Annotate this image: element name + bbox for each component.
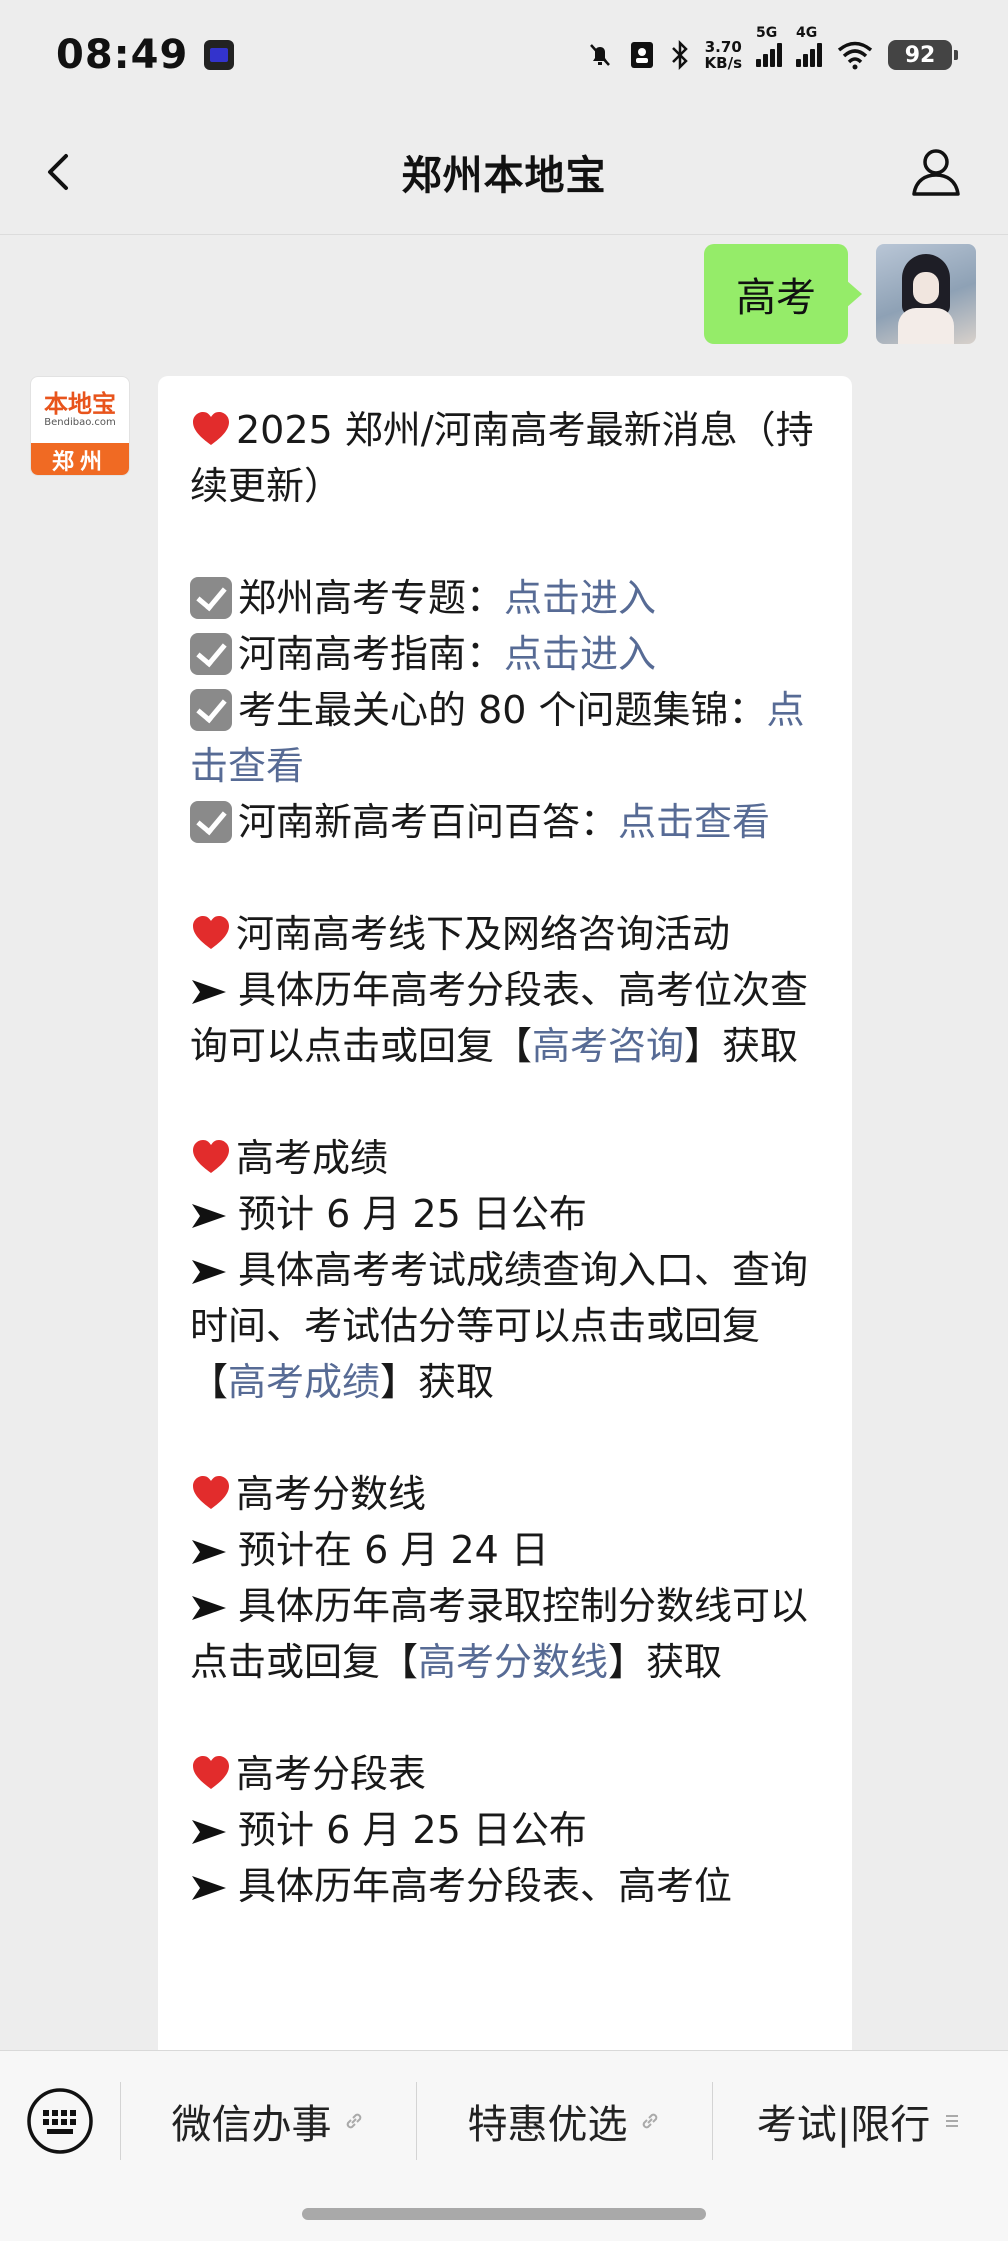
bot-logo-city: 郑州: [31, 443, 129, 475]
bot-logo-subtext: Bendibao.com: [44, 417, 116, 428]
link-line-1: 郑州高考专题：点击进入: [190, 570, 822, 626]
user-avatar[interactable]: [876, 244, 976, 344]
reply-title-line: 2025 郑州/河南高考最新消息（持续更新）: [190, 402, 822, 514]
signal-5g-label: 5G: [756, 25, 778, 41]
checkbox-icon: [190, 801, 232, 843]
signal-4g-icon: 4G: [796, 25, 822, 67]
arrow-bullet-icon: [192, 980, 226, 1004]
section-3-title: 高考分数线: [236, 1472, 427, 1516]
section-1-text-suffix: 】获取: [684, 1024, 799, 1068]
bottom-menu-row: 微信办事 特惠优选 考试|限行: [0, 2051, 1008, 2191]
outgoing-message: 高考: [704, 244, 976, 344]
keyboard-toggle-button[interactable]: [0, 2051, 120, 2191]
link-line-1-prefix: 郑州高考专题：: [238, 576, 505, 620]
section-2-line-1-text: 预计 6 月 25 日公布: [238, 1192, 587, 1236]
heart-icon: [193, 1140, 229, 1173]
section-1-title-line: 河南高考线下及网络咨询活动: [190, 906, 822, 962]
arrow-bullet-icon: [192, 1260, 226, 1284]
checkbox-icon: [190, 577, 232, 619]
checkbox-icon: [190, 633, 232, 675]
section-3-text-suffix: 】获取: [608, 1640, 723, 1684]
outgoing-bubble[interactable]: 高考: [704, 244, 862, 344]
arrow-bullet-icon: [192, 1540, 226, 1564]
contact-card-icon: [630, 42, 653, 68]
wifi-icon: [837, 41, 873, 70]
chat-header: 郑州本地宝: [0, 110, 1008, 235]
menu-item-wechat-services[interactable]: 微信办事: [121, 2051, 416, 2191]
reply-title: 2025 郑州/河南高考最新消息（持续更新）: [190, 408, 814, 508]
link-gaokao-consult[interactable]: 高考咨询: [532, 1024, 684, 1068]
network-speed-unit: KB/s: [704, 54, 742, 72]
bot-logo-text: 本地宝: [44, 390, 116, 418]
status-time: 08:49: [56, 32, 189, 78]
arrow-bullet-icon: [192, 1204, 226, 1228]
battery-icon: 92: [888, 40, 958, 70]
section-4-line-2-text: 具体历年高考分段表、高考位: [238, 1864, 733, 1908]
heart-icon: [193, 412, 229, 445]
link-icon: [346, 2113, 361, 2129]
home-indicator[interactable]: [302, 2208, 706, 2220]
network-speed: 3.70 KB/s: [705, 39, 742, 71]
mute-bell-icon: [589, 44, 610, 66]
link-line-3-prefix: 考生最关心的 80 个问题集锦：: [238, 688, 767, 732]
section-4-line-1-text: 预计 6 月 25 日公布: [238, 1808, 587, 1852]
link-gaokao-cutoff[interactable]: 高考分数线: [418, 1640, 608, 1684]
heart-icon: [193, 916, 229, 949]
checkbox-icon: [190, 689, 232, 731]
section-1-title: 河南高考线下及网络咨询活动: [236, 912, 731, 956]
menu-item-label: 微信办事: [171, 2102, 332, 2148]
section-3-title-line: 高考分数线: [190, 1466, 822, 1522]
chat-title: 郑州本地宝: [401, 153, 607, 199]
link-gaokao-scores[interactable]: 高考成绩: [228, 1360, 380, 1404]
arrow-bullet-icon: [192, 1820, 226, 1844]
menu-item-special-offers[interactable]: 特惠优选: [417, 2051, 712, 2191]
section-3-line-1: 预计在 6 月 24 日: [190, 1522, 822, 1578]
status-bar: 08:49 3.70 KB/s 5G 4G 92: [0, 0, 1008, 110]
signal-5g-icon: 5G: [756, 25, 782, 67]
menu-item-label: 特惠优选: [467, 2102, 628, 2148]
outgoing-text: 高考: [736, 275, 816, 321]
heart-icon: [193, 1756, 229, 1789]
section-2-title: 高考成绩: [236, 1136, 389, 1180]
section-2-text-suffix: 】获取: [380, 1360, 495, 1404]
section-3-text: 具体历年高考录取控制分数线可以点击或回复【高考分数线】获取: [190, 1578, 822, 1690]
back-arrow-icon[interactable]: [36, 148, 84, 196]
section-4-title-line: 高考分段表: [190, 1746, 822, 1802]
section-1-text: 具体历年高考分段表、高考位次查询可以点击或回复【高考咨询】获取: [190, 962, 822, 1074]
heart-icon: [193, 1476, 229, 1509]
app-notification-icon: [204, 40, 235, 70]
bot-avatar[interactable]: 本地宝 Bendibao.com 郑州: [30, 376, 130, 476]
menu-item-exam-traffic[interactable]: 考试|限行: [713, 2051, 1008, 2191]
network-speed-value: 3.70: [704, 38, 742, 56]
link-line-4-prefix: 河南新高考百问百答：: [238, 800, 619, 844]
incoming-bubble: 2025 郑州/河南高考最新消息（持续更新） 郑州高考专题：点击进入 河南高考指…: [158, 376, 852, 2066]
battery-level: 92: [904, 42, 936, 68]
menu-lines-icon: [946, 2115, 959, 2127]
link-line-4: 河南新高考百问百答：点击查看: [190, 794, 822, 850]
link-line-2-prefix: 河南高考指南：: [238, 632, 505, 676]
bluetooth-icon: [671, 39, 688, 71]
section-4-line-2: 具体历年高考分段表、高考位: [190, 1858, 822, 1914]
status-left: 08:49: [56, 32, 235, 78]
section-2-line-1: 预计 6 月 25 日公布: [190, 1186, 822, 1242]
link-view-2[interactable]: 点击查看: [618, 800, 770, 844]
arrow-bullet-icon: [192, 1876, 226, 1900]
menu-item-label: 考试|限行: [756, 2102, 931, 2148]
section-2-text: 具体高考考试成绩查询入口、查询时间、考试估分等可以点击或回复【高考成绩】获取: [190, 1242, 822, 1410]
link-line-2: 河南高考指南：点击进入: [190, 626, 822, 682]
link-icon: [642, 2113, 657, 2129]
section-3-line-1-text: 预计在 6 月 24 日: [238, 1528, 549, 1572]
signal-4g-label: 4G: [796, 25, 818, 41]
section-2-title-line: 高考成绩: [190, 1130, 822, 1186]
section-4-title: 高考分段表: [236, 1752, 427, 1796]
link-enter-2[interactable]: 点击进入: [504, 632, 656, 676]
link-line-3: 考生最关心的 80 个问题集锦：点击查看: [190, 682, 822, 794]
section-4-line-1: 预计 6 月 25 日公布: [190, 1802, 822, 1858]
keyboard-icon: [27, 2088, 93, 2154]
link-enter-1[interactable]: 点击进入: [504, 576, 656, 620]
profile-icon[interactable]: [908, 144, 964, 200]
arrow-bullet-icon: [192, 1596, 226, 1620]
status-right: 3.70 KB/s 5G 4G 92: [585, 25, 958, 71]
